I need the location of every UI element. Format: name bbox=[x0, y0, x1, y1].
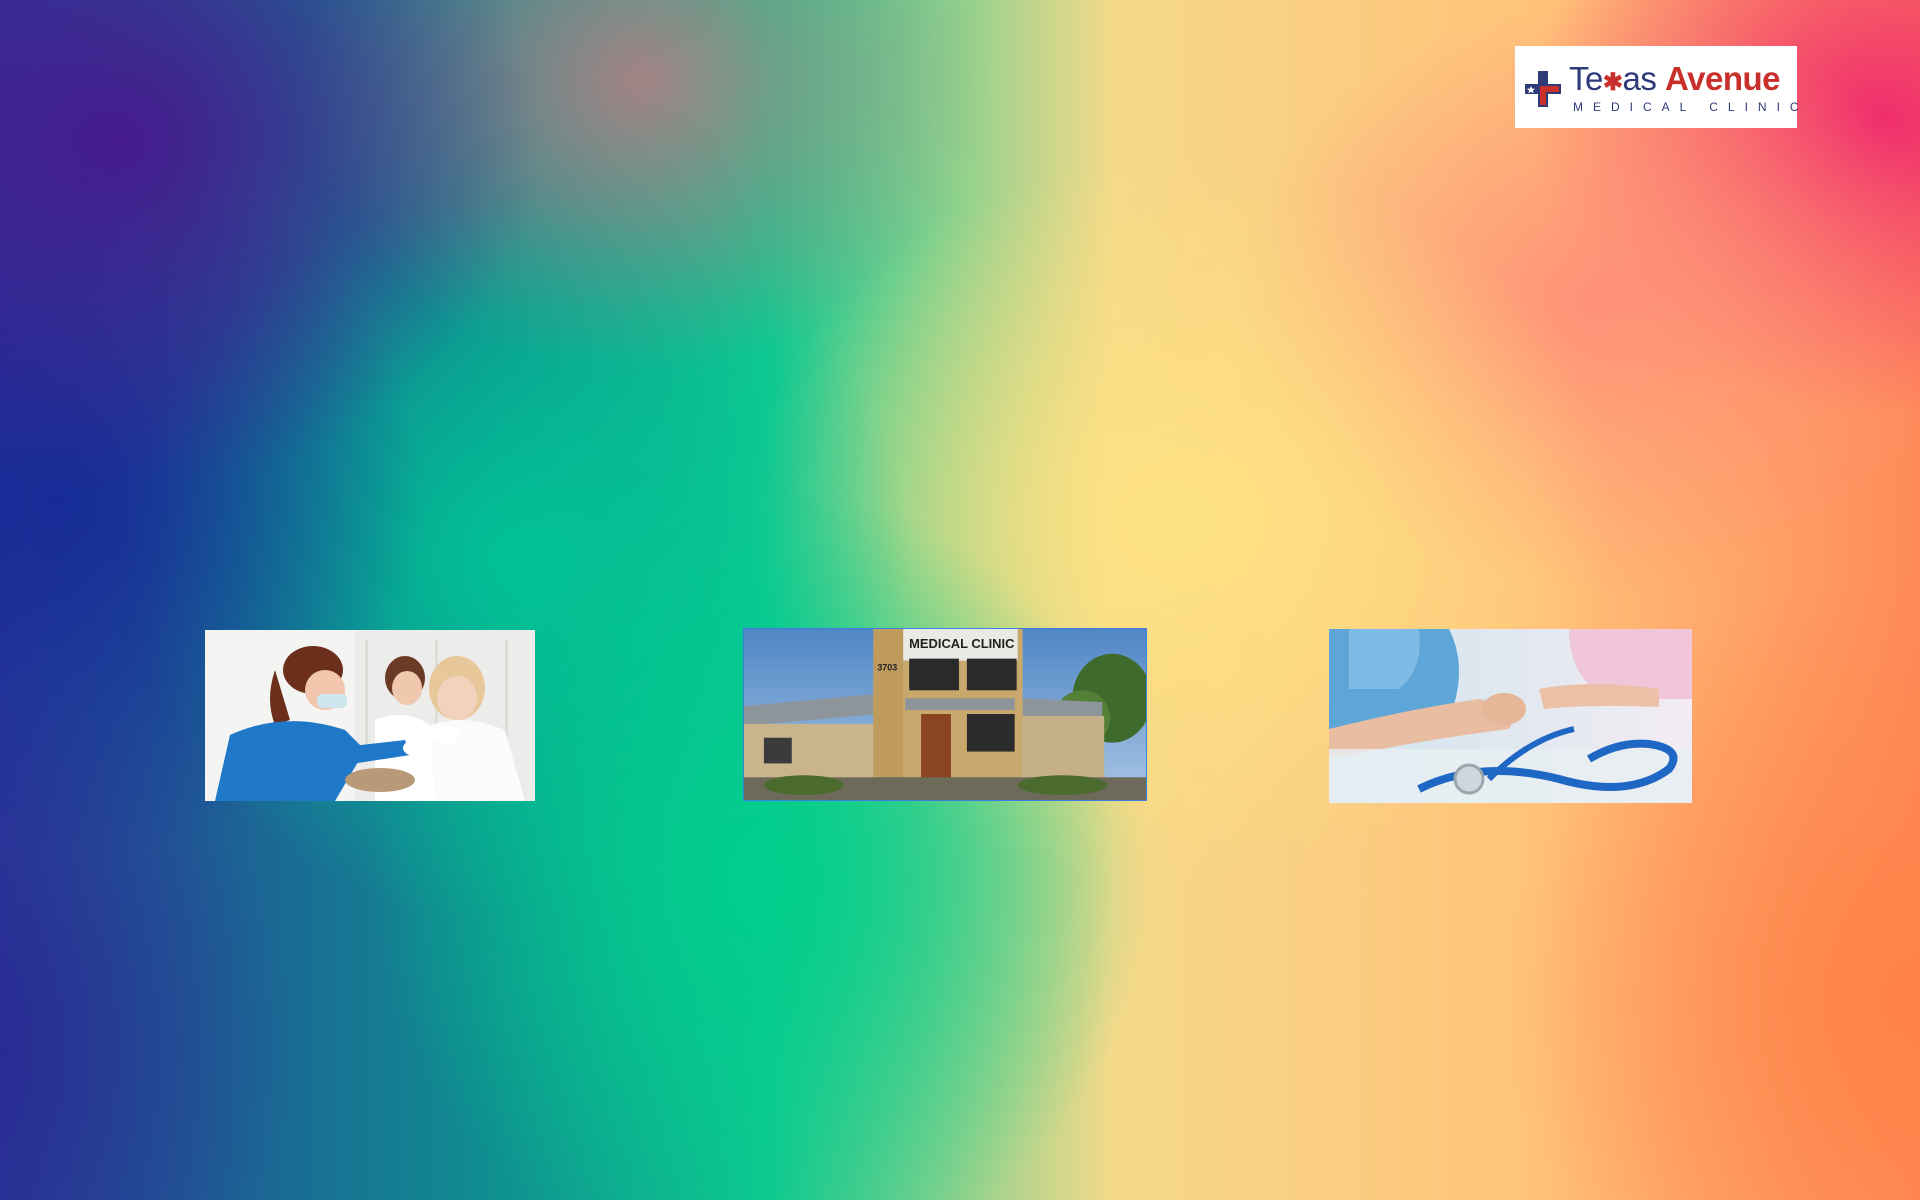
logo-title: Te✱as Avenue bbox=[1569, 62, 1809, 95]
clinic-logo[interactable]: Te✱as Avenue MEDICAL CLINIC bbox=[1515, 46, 1799, 128]
logo-word-texas-end: as bbox=[1622, 59, 1657, 97]
logo-subtitle: MEDICAL CLINIC bbox=[1573, 99, 1809, 114]
building-sign-text: MEDICAL CLINIC bbox=[909, 636, 1014, 651]
doctor-stethoscope-photo[interactable] bbox=[1329, 629, 1692, 803]
clinic-building-illustration: MEDICAL CLINIC 3703 bbox=[744, 629, 1146, 800]
nurse-vaccinating-child-photo[interactable] bbox=[205, 630, 535, 801]
nurse-child-illustration bbox=[205, 630, 535, 801]
logo-star: ✱ bbox=[1602, 68, 1623, 96]
medical-cross-icon bbox=[1525, 71, 1561, 107]
clinic-building-photo[interactable]: MEDICAL CLINIC 3703 bbox=[743, 628, 1147, 801]
building-address-number: 3703 bbox=[877, 663, 897, 673]
logo-word-texas-start: Te bbox=[1569, 59, 1603, 97]
logo-word-avenue: Avenue bbox=[1665, 59, 1780, 97]
doctor-stethoscope-illustration bbox=[1329, 629, 1692, 803]
